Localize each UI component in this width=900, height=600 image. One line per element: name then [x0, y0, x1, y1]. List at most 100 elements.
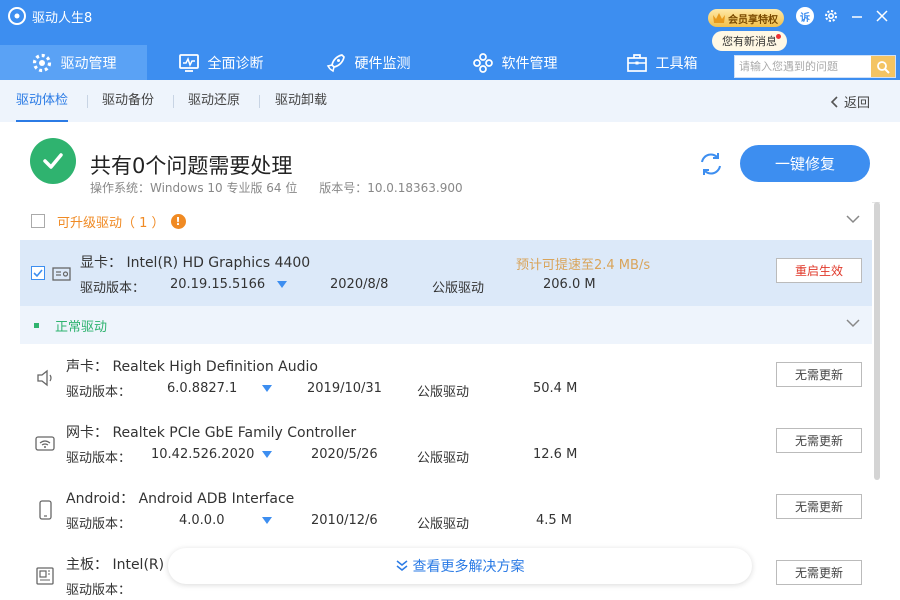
- driver-date: 2020/5/26: [311, 447, 378, 462]
- upgradeable-label: 可升级驱动（ 1 ）: [57, 215, 165, 231]
- chevron-down-icon[interactable]: [846, 318, 860, 328]
- driver-model: Realtek High Definition Audio: [112, 359, 318, 375]
- close-button[interactable]: [872, 6, 892, 26]
- driver-version-label: 驱动版本：: [66, 517, 132, 532]
- speed-note: 预计可提速至2.4 MB/s: [516, 258, 651, 273]
- motherboard-icon: [36, 567, 54, 585]
- version-info: 版本号：10.0.18363.900: [319, 181, 463, 195]
- caret-down-icon[interactable]: [262, 385, 272, 392]
- one-click-fix-button[interactable]: 一键修复: [740, 145, 870, 182]
- back-button[interactable]: 返回: [830, 92, 870, 111]
- bullet-icon: [34, 322, 39, 328]
- refresh-icon[interactable]: [696, 149, 726, 179]
- display-card-icon: [52, 267, 71, 281]
- settings-button[interactable]: [821, 6, 841, 26]
- caret-down-icon[interactable]: [277, 281, 287, 288]
- feedback-button[interactable]: 诉: [795, 6, 815, 26]
- normal-section-header[interactable]: 正常驱动: [20, 306, 872, 344]
- double-chevron-down-icon: [396, 560, 407, 571]
- nav-label: 软件管理: [501, 55, 558, 72]
- check-icon: [33, 269, 43, 278]
- driver-type: 显卡：: [80, 255, 122, 271]
- driver-row-display[interactable]: 显卡： Intel(R) HD Graphics 4400 预计可提速至2.4 …: [20, 240, 872, 306]
- app-title: 驱动人生8: [8, 6, 92, 26]
- apps-icon: [472, 52, 493, 73]
- select-all-checkbox[interactable]: [31, 214, 45, 228]
- restart-effect-button[interactable]: 重启生效: [776, 258, 862, 283]
- nav-label: 硬件监测: [354, 55, 411, 72]
- driver-version-label: 驱动版本：: [80, 281, 146, 296]
- nav-hardware-monitor[interactable]: 硬件监测: [294, 45, 441, 80]
- nav-driver-management[interactable]: 驱动管理: [0, 45, 147, 80]
- tab-divider: [87, 95, 88, 108]
- driver-row-android[interactable]: Android： Android ADB Interface 驱动版本： 4.0…: [20, 476, 872, 542]
- driver-name: 声卡： Realtek High Definition Audio: [66, 356, 318, 376]
- vip-badge[interactable]: 会员享特权: [708, 9, 784, 27]
- tab-driver-check[interactable]: 驱动体检: [16, 80, 69, 122]
- driver-version: 20.19.15.5166: [170, 277, 266, 292]
- no-update-button[interactable]: 无需更新: [776, 560, 862, 585]
- status-ok-icon: [30, 138, 76, 184]
- driver-kind: 公版驱动: [417, 385, 470, 400]
- driver-version-label: 驱动版本：: [66, 583, 132, 598]
- driver-size: 50.4 M: [533, 381, 578, 396]
- driver-size: 206.0 M: [543, 277, 596, 292]
- search-input[interactable]: [735, 56, 871, 77]
- driver-type: 主板：: [66, 557, 108, 573]
- chevron-down-icon[interactable]: [846, 214, 860, 224]
- driver-checkbox[interactable]: [31, 266, 45, 280]
- nav-full-diagnosis[interactable]: 全面诊断: [147, 45, 294, 80]
- driver-version: 6.0.8827.1: [167, 381, 238, 396]
- speaker-icon: [37, 369, 52, 387]
- crown-icon: [713, 13, 725, 23]
- driver-date: 2019/10/31: [307, 381, 382, 396]
- title-bar: 驱动人生8 会员享特权 您有新消息 诉 驱动管理 全面诊断 硬件监测 软件管理 …: [0, 0, 900, 80]
- search-box: [734, 55, 896, 78]
- tab-driver-backup[interactable]: 驱动备份: [102, 80, 154, 122]
- view-more-label: 查看更多解决方案: [412, 559, 525, 575]
- caret-down-icon[interactable]: [262, 451, 272, 458]
- unread-dot-icon: [776, 34, 781, 39]
- caret-down-icon[interactable]: [262, 517, 272, 524]
- driver-version: 4.0.0.0: [179, 513, 225, 528]
- driver-date: 2010/12/6: [311, 513, 378, 528]
- feedback-icon: 诉: [796, 7, 814, 25]
- tab-divider: [173, 95, 174, 108]
- nav-toolbox[interactable]: 工具箱: [588, 45, 735, 80]
- driver-type: 声卡：: [66, 359, 108, 375]
- minimize-icon: [852, 16, 862, 18]
- normal-drivers-label: 正常驱动: [55, 319, 108, 335]
- driver-version-label: 驱动版本：: [66, 385, 132, 400]
- no-update-button[interactable]: 无需更新: [776, 494, 862, 519]
- driver-name: 显卡： Intel(R) HD Graphics 4400: [80, 252, 310, 272]
- scrollbar[interactable]: [874, 202, 880, 480]
- driver-size: 12.6 M: [533, 447, 578, 462]
- driver-name: 网卡： Realtek PCIe GbE Family Controller: [66, 422, 356, 442]
- status-title: 共有0个问题需要处理: [90, 154, 293, 178]
- driver-kind: 公版驱动: [417, 451, 470, 466]
- driver-name: Android： Android ADB Interface: [66, 488, 294, 508]
- driver-size: 4.5 M: [536, 513, 573, 528]
- driver-model: Android ADB Interface: [138, 491, 295, 507]
- driver-model: Realtek PCIe GbE Family Controller: [112, 425, 357, 441]
- app-title-text: 驱动人生8: [32, 10, 93, 26]
- driver-row-network[interactable]: 网卡： Realtek PCIe GbE Family Controller 驱…: [20, 410, 872, 476]
- driver-version-label: 驱动版本：: [66, 451, 132, 466]
- minimize-button[interactable]: [847, 6, 867, 26]
- sub-nav: 驱动体检 驱动备份 驱动还原 驱动卸载 返回: [0, 80, 900, 122]
- no-update-button[interactable]: 无需更新: [776, 362, 862, 387]
- search-button[interactable]: [871, 56, 895, 77]
- nav-label: 驱动管理: [60, 55, 117, 72]
- upgradeable-section-header[interactable]: 可升级驱动（ 1 ） !: [20, 202, 872, 240]
- rocket-icon: [326, 53, 345, 72]
- no-update-button[interactable]: 无需更新: [776, 428, 862, 453]
- view-more-solutions-button[interactable]: 查看更多解决方案: [168, 548, 752, 584]
- driver-row-sound[interactable]: 声卡： Realtek High Definition Audio 驱动版本： …: [20, 344, 872, 410]
- close-icon: [876, 10, 888, 22]
- nav-software-management[interactable]: 软件管理: [441, 45, 588, 80]
- tab-driver-restore[interactable]: 驱动还原: [188, 80, 240, 122]
- driver-kind: 公版驱动: [417, 517, 470, 532]
- driver-kind: 公版驱动: [432, 281, 485, 296]
- search-icon: [877, 60, 890, 74]
- tab-driver-uninstall[interactable]: 驱动卸载: [275, 80, 327, 122]
